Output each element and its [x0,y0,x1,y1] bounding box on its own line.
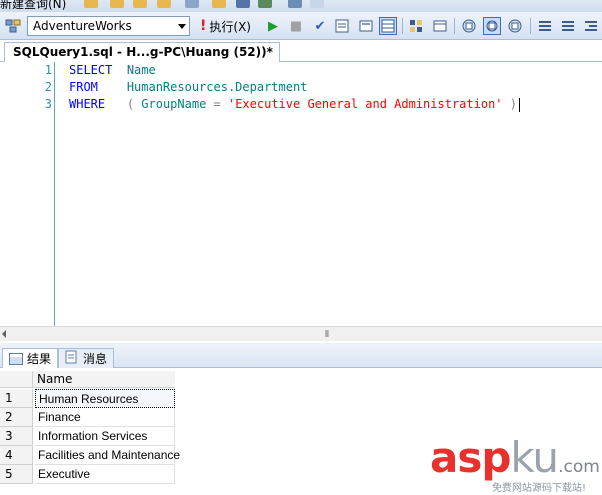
results-to-file-icon[interactable] [407,17,425,35]
messages-icon [65,350,79,367]
query-options-icon[interactable] [333,17,351,35]
sql-keyword: SELECT [69,63,113,77]
save-all-icon[interactable] [258,0,272,8]
code-line-1: SELECT Name [69,63,156,77]
uncomment-lines-icon[interactable] [559,17,577,35]
document-tab-bar: SQLQuery1.sql - H...g-PC\Huang (52))* [0,40,602,62]
sql-identifier: GroupName [141,97,207,111]
gutter-divider [54,62,55,326]
results-to-grid-icon[interactable] [379,17,397,35]
results-tab-bar: 结果 消息 [0,343,602,368]
scroll-left-icon[interactable] [2,330,6,338]
code-line-3: WHERE ( GroupName = 'Executive General a… [69,97,520,112]
table-cell[interactable]: Human Resources [35,389,175,408]
toolbar-overflow-icon[interactable] [310,0,324,8]
row-number[interactable]: 2 [0,408,33,427]
line-number: 3 [44,97,52,111]
execute-label: 执行(X) [209,19,251,34]
table-cell[interactable]: Finance [35,408,175,427]
sql-string: 'Executive General and Administration' [227,97,503,111]
database-name: AdventureWorks [33,19,132,33]
table-cell[interactable]: Information Services [35,427,175,446]
sql-paren: ( [126,97,142,111]
chevron-down-icon[interactable] [178,24,186,29]
line-number-gutter: 1 2 3 [0,62,52,326]
code-line-2: FROM HumanResources.Department [69,80,307,94]
row-number[interactable]: 4 [0,446,33,465]
line-number: 1 [44,63,52,77]
editor-horizontal-scrollbar[interactable]: ⦀ [0,326,602,341]
sql-identifier: Name [126,63,156,77]
tab-sqlquery1[interactable]: SQLQuery1.sql - H...g-PC\Huang (52))* [4,42,280,62]
exclamation-icon: ! [200,18,207,34]
execute-button[interactable]: ! 执行(X) [200,16,251,36]
database-selector[interactable]: AdventureWorks [27,16,190,36]
tab-results-label: 结果 [27,352,52,366]
toolbar-icon[interactable] [110,0,124,8]
toolbar-separator [530,18,531,34]
open-folder-icon[interactable] [212,0,226,8]
results-to-text-icon[interactable] [357,17,375,35]
column-header-name[interactable]: Name [33,371,175,388]
sql-keyword: FROM [69,80,98,94]
debug-play-icon[interactable]: ▶ [264,17,282,35]
watermark-subtitle: 免费网站源码下载站! [492,483,587,494]
new-query-button[interactable]: 新建查询(N) [0,0,66,12]
grid-icon [9,352,23,365]
comment-lines-icon[interactable] [536,17,554,35]
table-cell[interactable]: Executive [35,465,175,484]
toolbar-icon[interactable] [288,0,302,8]
row-number[interactable]: 3 [0,427,33,446]
io-statistics-icon[interactable] [506,17,524,35]
sql-operator: = [206,97,228,111]
tab-messages[interactable]: 消息 [58,348,115,368]
watermark-ku: ku [510,433,559,482]
query-editor[interactable]: 1 2 3 SELECT Name FROM HumanResources.De… [0,62,602,326]
save-icon[interactable] [236,0,250,8]
sql-identifier: HumanResources.Department [126,80,308,94]
watermark-asp: asp [430,433,511,482]
tab-results[interactable]: 结果 [2,348,59,368]
site-watermark: aspku.com 免费网站源码下载站! [430,436,602,495]
toolbar-icon[interactable] [185,0,199,8]
tab-messages-label: 消息 [83,352,108,366]
table-cell[interactable]: Facilities and Maintenance [35,446,180,465]
indent-icon[interactable] [582,17,600,35]
sql-keyword: WHERE [69,97,106,111]
grid-corner [0,371,33,388]
toolbar-icon[interactable] [133,0,147,8]
top-menu-strip: 新建查询(N) [0,0,602,12]
text-caret [518,97,520,112]
row-number[interactable]: 1 [0,389,33,408]
scroll-grip-icon[interactable]: ⦀ [325,330,330,340]
toolbar-icon[interactable] [157,0,171,8]
line-number: 2 [44,80,52,94]
sql-paren: ) [502,97,517,111]
parse-check-icon[interactable]: ✔ [311,17,329,35]
toolbar-separator [402,18,403,34]
include-plan-icon[interactable] [460,17,478,35]
estimated-plan-icon[interactable] [431,17,449,35]
toolbar-icon[interactable] [84,0,98,8]
row-number[interactable]: 5 [0,465,33,484]
client-statistics-icon[interactable] [483,17,501,35]
toolbar-separator [454,18,455,34]
stop-icon[interactable]: ■ [287,17,305,35]
watermark-com: .com [558,457,600,477]
connect-icon[interactable] [4,17,22,35]
sql-editor-toolbar: AdventureWorks ! 执行(X) ▶ ■ ✔ [0,12,602,40]
